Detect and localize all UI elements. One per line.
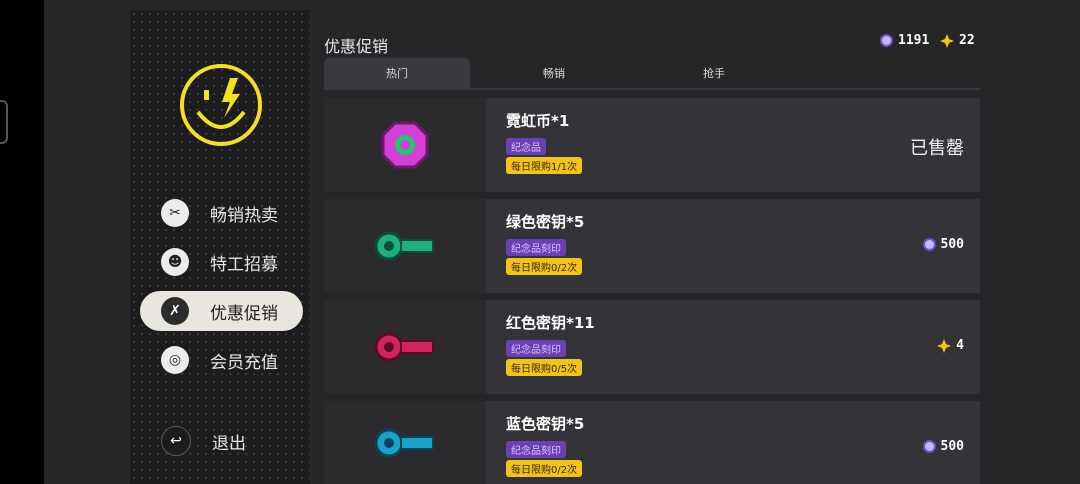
item-tag: 纪念品 [506,138,546,155]
smiley-logo [180,64,262,146]
item-card[interactable]: 红色密钥*11 纪念品刻印 每日限购0/5次 4 [324,300,980,394]
nav-item-agent-recruit[interactable]: ☻ 特工招募 [140,242,303,282]
item-thumbnail [324,401,486,484]
price-button[interactable]: 500 [922,237,964,252]
sold-out-label: 已售罄 [910,138,964,159]
page-title: 优惠促销 [324,37,389,56]
left-edge [0,0,44,484]
item-tag: 纪念品刻印 [506,340,566,357]
nav-item-hot-sale[interactable]: ✂ 畅销热卖 [140,193,303,233]
item-thumbnail [324,199,486,293]
nav-item-discount[interactable]: ✗ 优惠促销 [140,291,303,331]
price-button[interactable]: 500 [922,439,964,454]
blue-key-icon [374,428,434,457]
purchase-limit: 每日限购1/1次 [506,157,583,174]
nav-item-vip-recharge[interactable]: ◎ 会员充值 [140,340,303,380]
green-key-icon [374,231,434,261]
item-thumbnail [324,98,486,192]
item-name: 霓虹币*1 [506,112,570,130]
tab-hot[interactable]: 热门 [324,58,470,88]
neon-coin-icon [381,121,429,169]
nav-label: 退出 [212,433,246,454]
nav-label: 特工招募 [210,254,278,275]
purchase-limit: 每日限购0/2次 [506,460,583,477]
gem-balance: 1191 [880,33,929,48]
agent-icon: ☻ [161,248,189,276]
item-card[interactable]: 霓虹币*1 纪念品 每日限购1/1次 已售罄 [324,98,980,192]
nav-item-exit[interactable]: ↩ 退出 [140,421,303,461]
item-card[interactable]: 绿色密钥*5 纪念品刻印 每日限购0/2次 500 [324,199,980,293]
purchase-limit: 每日限购0/2次 [506,258,583,275]
nav-label: 畅销热卖 [210,205,278,226]
tab-best-selling[interactable]: 畅销 [484,58,624,88]
item-tag: 纪念品刻印 [506,239,566,256]
discount-icon: ✗ [161,297,189,325]
item-name: 蓝色密钥*5 [506,415,585,433]
tab-popular[interactable]: 抢手 [644,58,784,88]
nav-label: 优惠促销 [210,303,278,324]
gold-balance: 22 [940,33,975,48]
gold-icon [940,33,954,48]
gem-icon [880,34,893,47]
purchase-limit: 每日限购0/5次 [506,359,583,376]
side-handle[interactable] [0,100,8,144]
gem-icon [922,238,936,251]
price-button[interactable]: 4 [937,338,964,353]
item-name: 红色密钥*11 [506,314,595,332]
item-thumbnail [324,300,486,394]
gem-icon [922,440,936,453]
tab-bar: 热门 畅销 抢手 [324,58,980,90]
item-name: 绿色密钥*5 [506,213,585,231]
item-card[interactable]: 蓝色密钥*5 纪念品刻印 每日限购0/2次 500 [324,401,980,484]
gold-icon [937,338,952,353]
exit-icon: ↩ [161,426,191,456]
ticket-icon: ✂ [161,199,189,227]
vip-icon: ◎ [161,346,189,374]
red-key-icon [374,332,434,362]
item-tag: 纪念品刻印 [506,441,566,458]
nav-label: 会员充值 [210,352,278,373]
